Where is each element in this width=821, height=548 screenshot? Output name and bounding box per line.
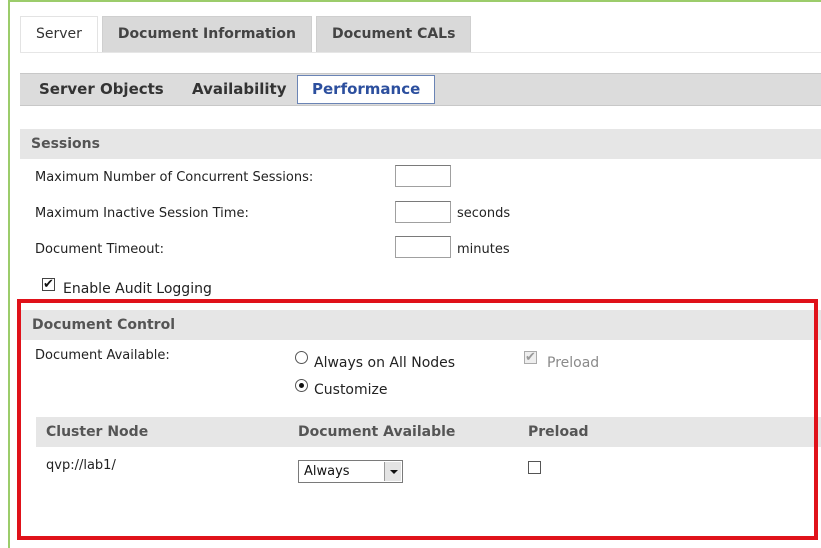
highlight-box xyxy=(17,299,818,540)
doc-timeout-label: Document Timeout: xyxy=(35,242,164,257)
max-concurrent-input[interactable] xyxy=(395,165,451,187)
tab-document-information[interactable]: Document Information xyxy=(101,16,312,52)
max-concurrent-label: Maximum Number of Concurrent Sessions: xyxy=(35,170,314,185)
max-inactive-label: Maximum Inactive Session Time: xyxy=(35,206,249,221)
subtab-availability[interactable]: Availability xyxy=(192,74,287,105)
tab-strip-divider xyxy=(20,52,821,53)
top-tab-bar: Server Document Information Document CAL… xyxy=(20,16,475,52)
doc-timeout-input[interactable] xyxy=(395,236,451,258)
max-inactive-input[interactable] xyxy=(395,201,451,223)
seconds-unit-label: seconds xyxy=(457,206,511,221)
tab-server[interactable]: Server xyxy=(20,16,98,52)
minutes-unit-label: minutes xyxy=(457,242,510,257)
subtab-performance[interactable]: Performance xyxy=(297,75,436,104)
tab-document-cals[interactable]: Document CALs xyxy=(315,16,472,52)
sessions-header: Sessions xyxy=(20,129,821,159)
audit-logging-label: Enable Audit Logging xyxy=(63,281,212,297)
audit-logging-checkbox[interactable]: ✔ xyxy=(42,278,55,291)
subtab-server-objects[interactable]: Server Objects xyxy=(39,74,164,105)
sub-tab-bar: Server Objects Availability Performance xyxy=(20,73,821,106)
